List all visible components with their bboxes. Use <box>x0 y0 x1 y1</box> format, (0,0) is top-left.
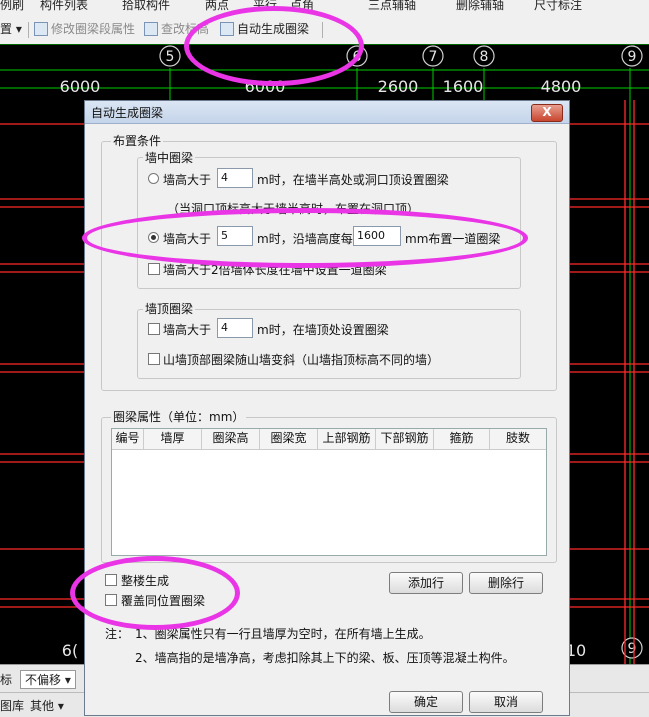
option1-note: （当洞口顶标高大于墙半高时，布置在洞口顶） <box>167 202 420 216</box>
top1-checkbox[interactable] <box>148 323 160 335</box>
modify-segment-button[interactable]: 修改圈梁段属性 <box>34 20 135 38</box>
note-2: 2、墙高指的是墙净高，考虑扣除其上下的梁、板、压顶等混凝土构件。 <box>135 651 515 665</box>
column-header[interactable]: 下部钢筋 <box>376 429 434 449</box>
placement-group-label: 布置条件 <box>111 132 164 149</box>
column-header[interactable]: 肢数 <box>490 429 546 449</box>
overwrite-label: 覆盖同位置圈梁 <box>121 594 206 608</box>
attr-group-label: 圈梁属性（单位：mm） <box>111 408 247 425</box>
axis-label: 7 <box>429 49 438 65</box>
option2-radio[interactable] <box>148 232 159 243</box>
close-button[interactable]: X <box>531 104 563 122</box>
whole-building-checkbox[interactable] <box>105 574 117 586</box>
dimension-text: 6000 <box>245 77 286 96</box>
ok-button[interactable]: 确定 <box>389 691 463 713</box>
table-header: 编号 墙厚 圈梁高 圈梁宽 上部钢筋 下部钢筋 箍筋 肢数 <box>112 429 546 450</box>
top1-height-input[interactable]: 4 <box>217 318 253 338</box>
toolbar-item[interactable]: 平行 <box>253 0 277 12</box>
column-header[interactable]: 圈梁宽 <box>260 429 318 449</box>
dimension-text: 6000 <box>60 77 101 96</box>
option2-prefix: 墙高大于 <box>163 232 212 246</box>
elevation-icon <box>144 22 158 36</box>
toolbar-item[interactable]: 删除辅轴 <box>456 0 504 12</box>
library-tab[interactable]: 图库 <box>0 697 24 714</box>
top-toolbar: 例刷 构件列表 拾取构件 两点 平行 点角 三点辅轴 删除辅轴 尺寸标注 <box>0 0 649 12</box>
option1-radio[interactable] <box>148 173 159 184</box>
column-header[interactable]: 箍筋 <box>434 429 490 449</box>
top1-suffix: m时，在墙顶处设置圈梁 <box>257 323 389 337</box>
whole-building-label: 整楼生成 <box>121 574 170 588</box>
option2-spacing-input[interactable]: 1600 <box>353 226 401 246</box>
wall-mid-group-label: 墙中圈梁 <box>143 149 196 166</box>
top2-label: 山墙顶部圈梁随山墙变斜（山墙指顶标高不同的墙） <box>163 353 440 367</box>
wall-top-group-label: 墙顶圈梁 <box>143 300 196 317</box>
toolbar-item[interactable]: 两点 <box>205 0 229 12</box>
main-toolbar: 置 ▾ 修改圈梁段属性 查改标高 自动生成圈梁 <box>0 12 649 45</box>
axis-label: 5 <box>166 49 175 65</box>
option1-suffix: m时，在墙半高处或洞口顶设置圈梁 <box>257 173 449 187</box>
option2-height-input[interactable]: 5 <box>217 226 253 246</box>
toolbar-item[interactable]: 拾取构件 <box>122 0 170 12</box>
toolbar-item[interactable]: 构件列表 <box>40 0 88 12</box>
overwrite-checkbox[interactable] <box>105 594 117 606</box>
toolbar-item[interactable]: 三点辅轴 <box>368 0 416 12</box>
dialog-title: 自动生成圈梁 <box>91 106 164 120</box>
status-label: 标 <box>0 673 13 687</box>
cancel-button[interactable]: 取消 <box>469 691 543 713</box>
edit-icon <box>34 22 48 36</box>
dimension-text: 2600 <box>378 77 419 96</box>
toolbar-item[interactable]: 点角 <box>290 0 314 12</box>
other-button[interactable]: 其他 ▾ <box>30 697 64 714</box>
option2-mid: m时，沿墙高度每 <box>257 232 353 246</box>
top2-checkbox[interactable] <box>148 353 160 365</box>
dialog-titlebar[interactable]: 自动生成圈梁 X <box>85 101 569 124</box>
wall-top-group <box>137 309 521 379</box>
toolbar-separator <box>322 22 323 38</box>
top1-prefix: 墙高大于 <box>163 323 212 337</box>
auto-generate-dialog: 自动生成圈梁 X 布置条件 墙中圈梁 墙高大于 4 m时，在墙半高处或洞口顶设置… <box>84 100 570 716</box>
axis-label: 8 <box>480 49 489 65</box>
note-1: 1、圈梁属性只有一行且墙厚为空时，在所有墙上生成。 <box>135 627 431 641</box>
option1-prefix: 墙高大于 <box>163 173 212 187</box>
note-label: 注： <box>105 627 130 641</box>
delete-row-button[interactable]: 删除行 <box>469 572 543 594</box>
column-header[interactable]: 上部钢筋 <box>318 429 376 449</box>
option2-suffix: mm布置一道圈梁 <box>405 232 501 246</box>
add-row-button[interactable]: 添加行 <box>389 572 463 594</box>
toolbar-item[interactable]: 例刷 <box>0 0 24 12</box>
dimension-text: 1600 <box>443 77 484 96</box>
column-header[interactable]: 编号 <box>112 429 144 449</box>
column-header[interactable]: 墙厚 <box>144 429 202 449</box>
column-header[interactable]: 圈梁高 <box>202 429 260 449</box>
toolbar-separator <box>28 22 29 38</box>
auto-generate-button[interactable]: 自动生成圈梁 <box>220 20 309 38</box>
option3-checkbox[interactable] <box>148 263 160 275</box>
dimension-text: 4800 <box>541 77 582 96</box>
axis-label: 6 <box>353 49 362 65</box>
offset-mode-select[interactable]: 不偏移 ▾ <box>20 670 76 689</box>
axis-label: 9 <box>628 641 637 657</box>
dimension-text: 6( <box>62 641 78 660</box>
toolbar-item[interactable]: 尺寸标注 <box>534 0 582 12</box>
set-button[interactable]: 置 ▾ <box>0 20 22 38</box>
axis-label: 9 <box>628 49 637 65</box>
option1-height-input[interactable]: 4 <box>217 168 253 188</box>
option3-label: 墙高大于2倍墙体长度在墙中设置一道圈梁 <box>163 263 387 277</box>
check-elevation-button[interactable]: 查改标高 <box>144 20 209 38</box>
auto-beam-icon <box>220 22 234 36</box>
attr-table[interactable]: 编号 墙厚 圈梁高 圈梁宽 上部钢筋 下部钢筋 箍筋 肢数 <box>111 428 547 556</box>
